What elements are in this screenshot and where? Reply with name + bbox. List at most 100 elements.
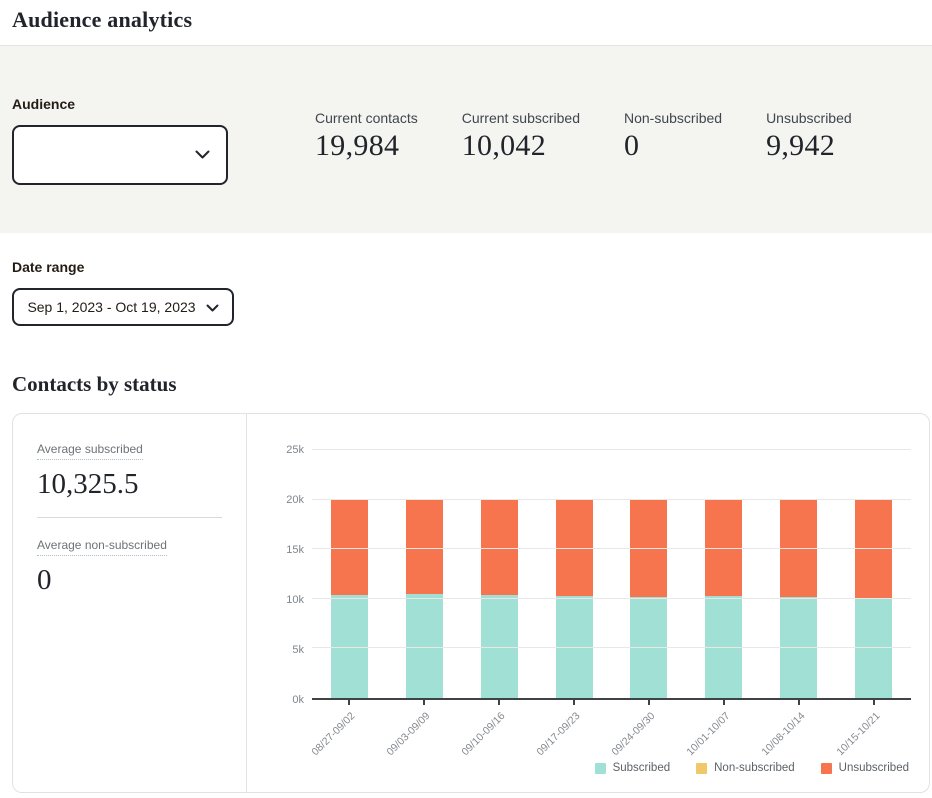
date-range-selector[interactable]: Sep 1, 2023 - Oct 19, 2023 — [12, 288, 234, 326]
bar-slot — [686, 450, 761, 698]
bar-stack-10/15-10/21 — [855, 450, 892, 698]
bar-slot — [312, 450, 387, 698]
stat-non-subscribed: Non-subscribed 0 — [624, 110, 722, 163]
x-axis-cell: 08/27-09/02 — [312, 700, 387, 764]
date-range-label: Date range — [12, 259, 920, 275]
x-axis-cell: 10/01-10/07 — [686, 700, 761, 764]
stats-row: Current contacts 19,984 Current subscrib… — [315, 96, 852, 163]
averages-panel: Average subscribed 10,325.5 Average non-… — [13, 414, 247, 792]
contacts-by-status-card: Average subscribed 10,325.5 Average non-… — [12, 413, 930, 793]
x-axis-cell: 09/17-09/23 — [537, 700, 612, 764]
bar-slot — [612, 450, 687, 698]
average-subscribed-block: Average subscribed 10,325.5 — [37, 440, 222, 501]
gridline — [312, 449, 911, 450]
audience-field-label: Audience — [12, 96, 228, 112]
bar-slot — [836, 450, 911, 698]
x-axis-label: 10/01-10/07 — [684, 710, 732, 758]
contacts-by-status-title: Contacts by status — [12, 372, 920, 397]
stat-value: 19,984 — [315, 129, 418, 163]
bar-segment-unsubscribed — [406, 499, 443, 594]
chart-plot — [312, 450, 911, 700]
x-axis-tick — [498, 700, 500, 705]
x-axis-tick — [423, 700, 425, 705]
y-tick-label: 5k — [259, 644, 304, 656]
date-range-value: Sep 1, 2023 - Oct 19, 2023 — [27, 299, 195, 315]
average-non-subscribed-value: 0 — [37, 564, 222, 597]
stat-unsubscribed: Unsubscribed 9,942 — [766, 110, 852, 163]
x-axis-label: 09/10-09/16 — [460, 710, 508, 758]
y-tick-label: 10k — [259, 594, 304, 606]
bar-stack-09/03-09/09 — [406, 450, 443, 698]
chevron-down-icon — [206, 299, 219, 315]
y-tick-label: 25k — [259, 444, 304, 456]
chart-panel: 0k5k10k15k20k25k 08/27-09/0209/03-09/090… — [247, 414, 929, 792]
bar-slot — [462, 450, 537, 698]
x-axis-tick — [573, 700, 575, 705]
stat-value: 9,942 — [766, 129, 852, 163]
x-axis-label: 10/15-10/21 — [834, 710, 882, 758]
bar-segment-unsubscribed — [481, 499, 518, 595]
x-axis-label: 09/17-09/23 — [534, 710, 582, 758]
stat-value: 0 — [624, 129, 722, 163]
x-axis-cell: 10/15-10/21 — [836, 700, 911, 764]
chart-y-axis: 0k5k10k15k20k25k — [259, 450, 304, 700]
gridline — [312, 598, 911, 599]
x-axis-label: 08/27-09/02 — [310, 710, 358, 758]
bar-stack-10/08-10/14 — [780, 450, 817, 698]
chart-bars — [312, 450, 911, 698]
x-axis-label: 09/24-09/30 — [609, 710, 657, 758]
average-subscribed-value: 10,325.5 — [37, 468, 222, 501]
x-axis-tick — [798, 700, 800, 705]
averages-divider — [37, 517, 222, 518]
stat-label: Unsubscribed — [766, 110, 852, 126]
legend-swatch-icon — [696, 763, 707, 774]
audience-panel: Audience Current contacts 19,984 Current… — [0, 46, 932, 233]
average-non-subscribed-label: Average non-subscribed — [37, 538, 167, 556]
date-range-section: Date range Sep 1, 2023 - Oct 19, 2023 — [0, 233, 932, 326]
bar-slot — [537, 450, 612, 698]
x-axis-cell: 09/10-09/16 — [462, 700, 537, 764]
x-axis-label: 09/03-09/09 — [385, 710, 433, 758]
x-axis-tick — [873, 700, 875, 705]
bar-slot — [387, 450, 462, 698]
legend-swatch-icon — [595, 763, 606, 774]
bar-segment-unsubscribed — [331, 499, 368, 595]
average-subscribed-label: Average subscribed — [37, 442, 143, 460]
bar-stack-08/27-09/02 — [331, 450, 368, 698]
x-axis-tick — [648, 700, 650, 705]
stat-label: Non-subscribed — [624, 110, 722, 126]
y-tick-label: 20k — [259, 494, 304, 506]
bar-stack-09/17-09/23 — [556, 450, 593, 698]
average-non-subscribed-block: Average non-subscribed 0 — [37, 536, 222, 597]
bar-segment-subscribed — [481, 595, 518, 698]
bar-stack-10/01-10/07 — [705, 450, 742, 698]
bar-segment-unsubscribed — [705, 499, 742, 596]
y-tick-label: 0k — [259, 694, 304, 706]
x-axis-label: 10/08-10/14 — [759, 710, 807, 758]
gridline — [312, 647, 911, 648]
bar-segment-subscribed — [406, 594, 443, 698]
stat-label: Current subscribed — [462, 110, 580, 126]
gridline — [312, 499, 911, 500]
legend-swatch-icon — [821, 763, 832, 774]
stat-value: 10,042 — [462, 129, 580, 163]
stat-current-subscribed: Current subscribed 10,042 — [462, 110, 580, 163]
bar-stack-09/10-09/16 — [481, 450, 518, 698]
x-axis-cell: 09/24-09/30 — [612, 700, 687, 764]
bar-stack-09/24-09/30 — [630, 450, 667, 698]
stat-label: Current contacts — [315, 110, 418, 126]
x-axis-cell: 10/08-10/14 — [761, 700, 836, 764]
gridline — [312, 548, 911, 549]
x-axis-tick — [723, 700, 725, 705]
chart-x-labels: 08/27-09/02 09/03-09/09 09/10-09/16 09/17-0… — [312, 700, 911, 764]
page-title: Audience analytics — [12, 7, 920, 33]
x-axis-tick — [348, 700, 350, 705]
audience-field-group: Audience — [12, 96, 228, 185]
audience-select[interactable] — [12, 125, 228, 185]
contacts-by-status-header: Contacts by status — [0, 326, 932, 397]
y-tick-label: 15k — [259, 544, 304, 556]
chart-wrap: 0k5k10k15k20k25k — [259, 450, 911, 700]
page-header: Audience analytics — [0, 0, 932, 46]
chevron-down-icon — [195, 146, 210, 164]
bar-slot — [761, 450, 836, 698]
